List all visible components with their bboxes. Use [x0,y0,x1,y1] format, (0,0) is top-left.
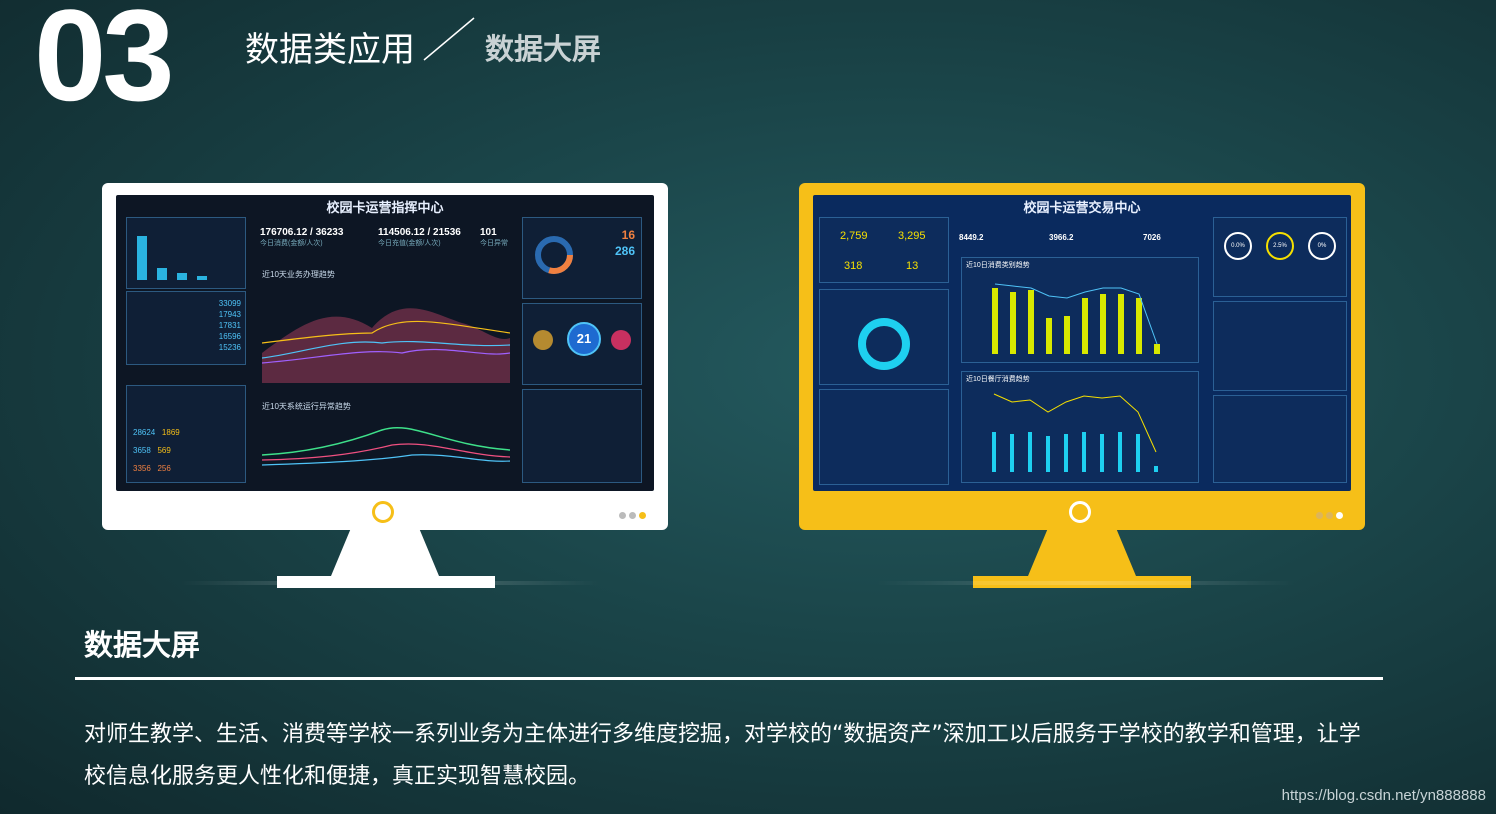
bubble [611,330,631,350]
panel-bar-chart [126,217,246,289]
cyan-bar-chart [992,393,1158,472]
rank-value: 17831 [218,321,241,330]
floor-shadow [876,581,1296,585]
screen-title: 校园卡运营交易中心 [1023,200,1141,215]
monitor-yellow: 校园卡运营交易中心 2,759 3,295 318 13 8449.2 3966… [799,183,1365,530]
power-button [372,501,394,523]
panel-rings: 0.0% 2.5% 0% [1213,217,1347,297]
chart-title: 近10天系统运行异常趋势 [262,402,351,411]
screen-title: 校园卡运营指挥中心 [326,200,444,215]
stat-label: 今日异常 [480,240,508,247]
section-number: 03 [34,0,175,128]
mini-value: 7026 [1143,233,1161,242]
stat-block: 101 今日异常 [480,227,508,248]
mini-value: 3966.2 [1049,233,1074,242]
stat-value: 114506.12 / 21536 [378,227,461,238]
panel-bar-chart: 近10日消费类别趋势 [961,257,1199,363]
rank-value: 17943 [218,310,241,319]
stat-value: 101 [480,227,497,238]
panel-stats: 2,759 3,295 318 13 [819,217,949,283]
stat-value: 3,295 [898,230,926,242]
section-title: 数据大屏 [84,628,201,662]
watermark: https://blog.csdn.net/yn888888 [1281,787,1486,804]
donut-gauge [535,236,573,274]
floor-shadow [180,581,600,585]
panel-table [522,389,642,483]
stat-value: 13 [906,260,919,272]
chart-title: 近10日消费类别趋势 [966,262,1030,269]
indicator-dots [616,506,646,524]
ring: 0.0% [1224,232,1252,260]
panel-dining-rank [1213,395,1347,483]
count-a: 28624 [133,428,156,437]
section-divider [75,677,1383,680]
rank-value: 16596 [218,332,241,341]
gauge-value-b: 286 [614,244,635,258]
rank-value: 15236 [218,343,241,352]
panel-top5 [1213,301,1347,391]
chart-title: 近10日餐厅消费趋势 [966,376,1030,383]
monitor-white: 校园卡运营指挥中心 33099 17943 17831 16596 15236 … [102,183,668,530]
rank-value: 33099 [218,299,241,308]
divider-slash [423,17,475,61]
page-subtitle: 数据大屏 [485,32,602,66]
monitor-stand [331,528,439,576]
area-chart-1 [262,308,510,383]
ring: 2.5% [1266,232,1294,260]
section-description: 对师生教学、生活、消费等学校一系列业务为主体进行多维度挖掘，对学校的“数据资产”… [84,722,1361,789]
count-b: 569 [157,446,171,455]
stat-value: 318 [844,260,863,272]
ring: 0% [1308,232,1336,260]
yellow-bar-chart [992,283,1160,354]
donut-chart [858,318,910,370]
gauge-value-a: 16 [621,228,635,242]
panel-donut [819,289,949,385]
mini-value: 8449.2 [959,233,984,242]
stat-block: 176706.12 / 36233 今日消费(金额/人次) [260,227,343,248]
panel-line-bar: 近10日餐厅消费趋势 [961,371,1199,483]
bar-chart-mini [137,236,207,280]
stat-value: 176706.12 / 36233 [260,227,344,238]
panel-counts: 28624 1869 3658 569 3356 256 [126,385,246,483]
count-a: 3356 [133,464,151,473]
count-b: 256 [157,464,171,473]
panel-rank-list: 33099 17943 17831 16596 15236 [126,291,246,365]
count-b: 1869 [161,428,180,437]
monitor-stand [1028,528,1136,576]
panel-bubbles: 21 [522,303,642,385]
chart-title: 近10天业务办理趋势 [262,270,335,279]
power-button [1069,501,1091,523]
stat-block: 114506.12 / 21536 今日充值(金额/人次) [378,227,461,248]
stat-value: 2,759 [840,230,868,242]
panel-donut: 16 286 [522,217,642,299]
bubble [533,330,553,350]
stat-label: 今日消费(金额/人次) [260,240,323,247]
page-title: 数据类应用 [245,30,415,70]
dashboard-screenshot-2: 校园卡运营交易中心 2,759 3,295 318 13 8449.2 3966… [813,195,1351,491]
panel-ranking [819,389,949,485]
indicator-dots [1313,506,1343,524]
stat-label: 今日充值(金额/人次) [378,240,441,247]
count-a: 3658 [133,446,151,455]
bubble-value: 21 [567,322,601,356]
line-chart-2 [262,426,510,466]
dashboard-screenshot-1: 校园卡运营指挥中心 33099 17943 17831 16596 15236 … [116,195,654,491]
